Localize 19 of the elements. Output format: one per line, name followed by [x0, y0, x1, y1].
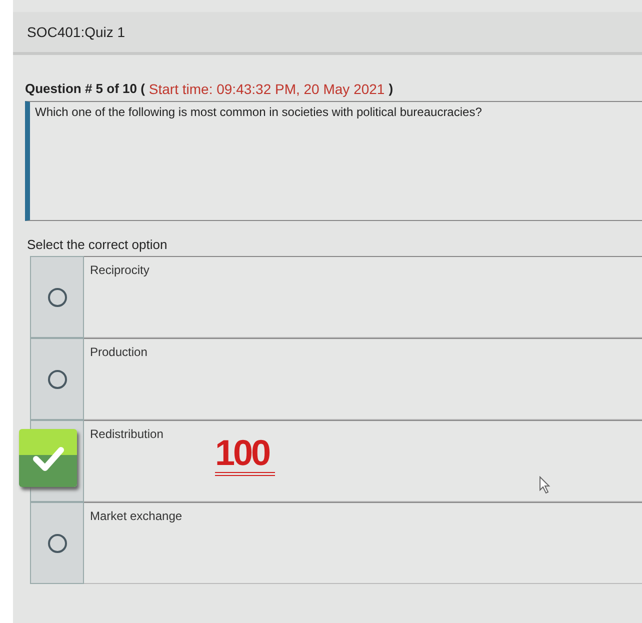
radio-button[interactable] — [48, 288, 66, 306]
option-cell[interactable]: Production — [84, 338, 642, 420]
option-cell[interactable]: Market exchange — [84, 502, 642, 584]
closing-parenthesis: ) — [388, 81, 394, 97]
option-cell[interactable]: Reciprocity — [84, 256, 642, 338]
quiz-title: SOC401:Quiz 1 — [27, 24, 126, 40]
question-text: Which one of the following is most common in societies with political bureaucracies? — [35, 105, 482, 119]
hundred-sticker: 100 — [215, 434, 276, 476]
option-label: Market exchange — [90, 509, 182, 523]
option-label: Production — [90, 345, 148, 359]
check-icon[interactable] — [19, 429, 77, 487]
cursor-icon — [539, 476, 551, 494]
option-label: Redistribution — [90, 427, 164, 441]
radio-button[interactable] — [48, 534, 66, 552]
radio-button[interactable] — [48, 370, 66, 388]
option-label: Reciprocity — [90, 263, 150, 277]
prompt-text: Select the correct option — [27, 237, 168, 252]
start-time: Start time: 09:43:32 PM, 20 May 2021 — [148, 81, 385, 97]
question-number: Question # 5 of 10 ( — [25, 81, 145, 97]
